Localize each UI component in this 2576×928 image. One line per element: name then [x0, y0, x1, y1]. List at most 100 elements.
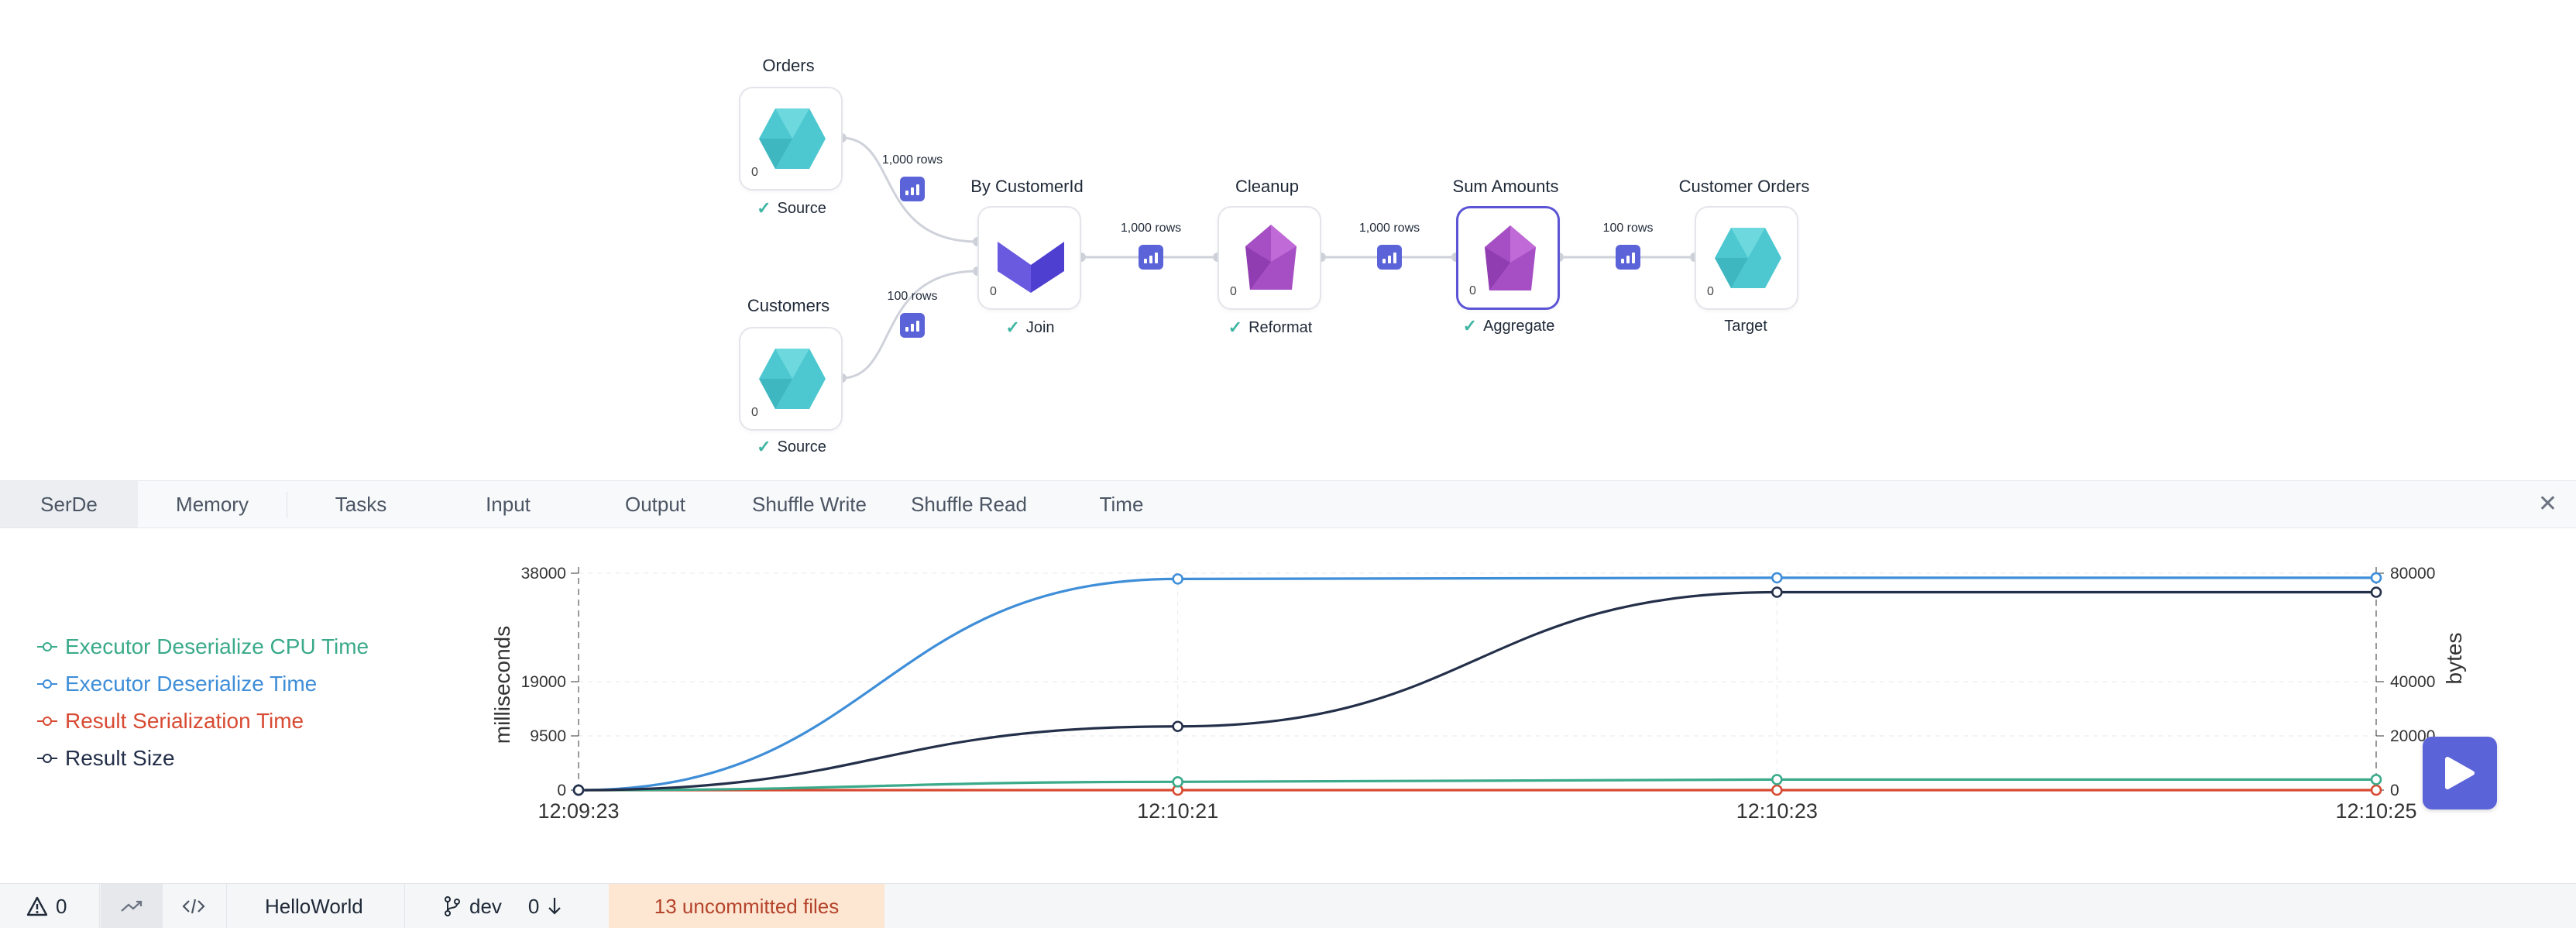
left-axis-tick-label: 0 — [557, 782, 566, 799]
x-axis-tick-label: 12:10:23 — [1736, 799, 1818, 823]
tab-tasks[interactable]: Tasks — [288, 481, 434, 528]
series-point — [2370, 586, 2382, 598]
warnings-count: 0 — [56, 894, 67, 918]
node-cleanup[interactable]: 0 — [1218, 206, 1321, 310]
arrow-down-icon — [548, 898, 562, 915]
tab-shuffle-write[interactable]: Shuffle Write — [728, 481, 891, 528]
code-icon — [182, 899, 205, 914]
node-status-customer-orders: Target — [1724, 318, 1767, 335]
node-status-label: Source — [777, 199, 826, 217]
edge-label-sum-target: 100 rows — [1602, 222, 1654, 235]
git-branch-icon — [445, 896, 460, 916]
join-icon — [998, 242, 1064, 293]
edge-label-cleanup-sum: 1,000 rows — [1358, 222, 1420, 235]
x-axis-tick-label: 12:10:25 — [2335, 799, 2416, 823]
hexagon-icon — [759, 108, 826, 169]
statusbar-divider — [404, 884, 405, 928]
left-axis-tick-label: 19000 — [521, 673, 566, 691]
app-root: Orders 0 ✓ Source Customers 0 ✓ Source B… — [0, 0, 2576, 928]
series-point — [2370, 774, 2382, 785]
series-line-executor-deserialize-time — [578, 576, 2376, 792]
pipeline-canvas[interactable]: Orders 0 ✓ Source Customers 0 ✓ Source B… — [0, 0, 2576, 480]
node-title-cleanup: Cleanup — [1235, 177, 1299, 196]
node-status-label: Reformat — [1249, 318, 1313, 336]
series-line-executor-deserialize-cpu-time — [578, 778, 2376, 792]
node-title-join: By CustomerId — [970, 177, 1084, 196]
tab-output[interactable]: Output — [582, 481, 728, 528]
series-point — [2370, 784, 2382, 796]
check-icon: ✓ — [757, 437, 771, 456]
gem-icon — [1245, 225, 1297, 290]
node-orders[interactable]: 0 — [739, 87, 843, 191]
code-toggle[interactable] — [163, 884, 225, 928]
node-count: 0 — [751, 166, 758, 179]
node-title-orders: Orders — [762, 56, 815, 75]
series-line-result-size — [578, 590, 2376, 792]
edge-stats-button[interactable] — [1616, 245, 1640, 270]
hexagon-icon — [1715, 228, 1781, 288]
metrics-panel: Executor Deserialize CPU Time Executor D… — [0, 528, 2576, 883]
statusbar-divider — [226, 884, 227, 928]
commits-behind-count: 0 — [527, 894, 540, 918]
right-axis-title: bytes — [2442, 633, 2466, 685]
edge-stats-button[interactable] — [1377, 245, 1402, 270]
series-point — [1172, 776, 1183, 788]
tab-serde[interactable]: SerDe — [0, 481, 138, 528]
node-customers[interactable]: 0 — [739, 327, 843, 431]
node-status-label: Aggregate — [1483, 317, 1555, 335]
metrics-tab-bar: SerDe Memory Tasks Input Output Shuffle … — [0, 480, 2576, 528]
hexagon-icon — [759, 349, 826, 409]
series-point — [572, 784, 585, 796]
left-axis-title: milliseconds — [490, 626, 514, 744]
tab-input[interactable]: Input — [434, 481, 582, 528]
tab-memory[interactable]: Memory — [138, 481, 287, 528]
right-axis-tick-label: 40000 — [2390, 673, 2435, 691]
run-button[interactable] — [2423, 737, 2497, 809]
edge-label-customers-join: 100 rows — [887, 290, 938, 303]
node-count: 0 — [1230, 285, 1237, 298]
series-point — [1771, 586, 1783, 598]
edge-stats-button[interactable] — [900, 313, 925, 338]
tab-time[interactable]: Time — [1047, 481, 1196, 528]
edge-stats-button[interactable] — [900, 177, 925, 201]
status-bar: 0 HelloWorld dev 0 13 uncommitted files — [0, 883, 2576, 928]
node-count: 0 — [751, 406, 758, 419]
trend-toggle[interactable] — [101, 884, 163, 928]
series-point — [1771, 784, 1783, 796]
serde-line-chart: 095001900038000020000400008000012:09:23 1… — [490, 565, 2466, 823]
edge-stats-button[interactable] — [1139, 245, 1163, 270]
close-icon[interactable]: ✕ — [2538, 490, 2557, 517]
branch-indicator[interactable]: dev 0 — [443, 884, 562, 928]
project-name[interactable]: HelloWorld — [265, 884, 363, 928]
node-join[interactable]: 0 — [977, 206, 1081, 310]
node-status-sum-amounts: ✓ Aggregate — [1463, 316, 1555, 336]
series-point — [1771, 572, 1783, 584]
node-title-customer-orders: Customer Orders — [1678, 177, 1810, 196]
node-status-label: Source — [777, 438, 826, 455]
branch-name: dev — [469, 894, 502, 918]
tab-shuffle-read[interactable]: Shuffle Read — [891, 481, 1047, 528]
uncommitted-files-badge[interactable]: 13 uncommitted files — [609, 884, 884, 928]
node-sum-amounts[interactable]: 0 — [1456, 206, 1560, 310]
left-axis-tick-label: 38000 — [521, 565, 566, 583]
x-axis-tick-label: 12:10:21 — [1137, 799, 1218, 823]
x-axis-tick-label: 12:09:23 — [538, 799, 619, 823]
series-point — [1172, 573, 1183, 585]
left-axis-tick-label: 9500 — [530, 727, 566, 745]
play-icon — [2445, 757, 2475, 789]
check-icon: ✓ — [1228, 318, 1243, 337]
check-icon: ✓ — [1005, 318, 1020, 337]
warning-icon — [26, 896, 48, 916]
right-axis-tick-label: 0 — [2390, 782, 2399, 799]
series-point — [1771, 774, 1783, 785]
edge-label-join-cleanup: 1,000 rows — [1120, 222, 1182, 235]
gem-icon — [1485, 225, 1536, 290]
node-customer-orders[interactable]: 0 — [1695, 206, 1798, 310]
statusbar-divider — [99, 884, 100, 928]
node-status-customers: ✓ Source — [757, 437, 826, 457]
node-count: 0 — [990, 285, 997, 298]
right-axis-tick-label: 80000 — [2390, 565, 2435, 583]
check-icon: ✓ — [1462, 316, 1478, 335]
warnings-indicator[interactable]: 0 — [26, 884, 67, 928]
node-count: 0 — [1469, 284, 1476, 297]
